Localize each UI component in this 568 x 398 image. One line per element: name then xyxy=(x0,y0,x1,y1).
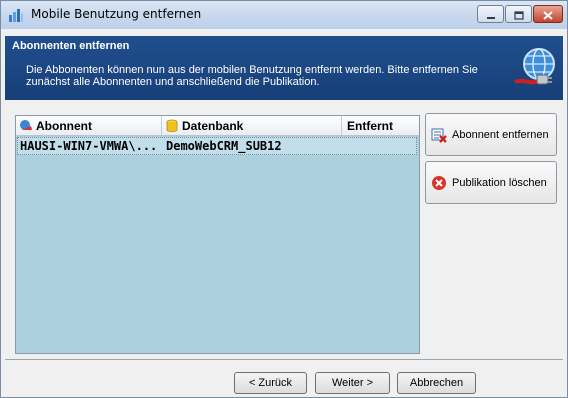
column-label-entfernt: Entfernt xyxy=(347,118,393,133)
remove-subscriber-icon xyxy=(431,127,447,143)
maximize-icon xyxy=(513,5,524,24)
cancel-button[interactable]: Abbrechen xyxy=(397,372,476,394)
wizard-window: Mobile Benutzung entfernen Abonnenten en… xyxy=(0,0,568,398)
minimize-button[interactable] xyxy=(477,5,504,23)
close-button[interactable] xyxy=(533,5,563,23)
next-button[interactable]: Weiter > xyxy=(315,372,390,394)
close-icon xyxy=(543,5,553,24)
footer-divider xyxy=(5,359,563,360)
header-title: Abonnenten entfernen xyxy=(12,40,130,52)
title-bar[interactable]: Mobile Benutzung entfernen xyxy=(1,1,567,29)
delete-publication-label: Publikation löschen xyxy=(452,176,547,189)
database-window-icon xyxy=(8,7,24,23)
remove-subscriber-button[interactable]: Abonnent entfernen xyxy=(425,113,557,156)
window-title: Mobile Benutzung entfernen xyxy=(31,7,202,21)
minimize-icon xyxy=(486,5,496,24)
delete-icon xyxy=(431,175,447,191)
cell-abonnent: HAUSI-WIN7-VMWA\... xyxy=(20,139,158,153)
database-icon xyxy=(165,119,179,133)
header-description: Die Abbonenten können nun aus der mobile… xyxy=(26,64,478,88)
column-label-abonnent: Abonnent xyxy=(36,118,92,133)
network-globe-icon xyxy=(511,44,559,92)
cell-entfernt xyxy=(346,138,416,154)
remove-subscriber-label: Abonnent entfernen xyxy=(452,128,549,141)
column-header-abonnent[interactable]: Abonnent xyxy=(16,116,162,135)
subscriber-grid[interactable]: Abonnent Datenbank Entfernt HAUSI-WIN7-V… xyxy=(15,115,420,354)
column-header-entfernt[interactable]: Entfernt xyxy=(342,116,419,135)
back-button[interactable]: < Zurück xyxy=(234,372,307,394)
grid-header: Abonnent Datenbank Entfernt xyxy=(16,116,419,136)
wizard-header: Abonnenten entfernen Die Abbonenten könn… xyxy=(5,36,563,100)
column-header-datenbank[interactable]: Datenbank xyxy=(162,116,342,135)
subscriber-icon xyxy=(19,119,33,133)
table-row[interactable]: HAUSI-WIN7-VMWA\... DemoWebCRM_SUB12 xyxy=(17,137,417,155)
cell-datenbank: DemoWebCRM_SUB12 xyxy=(166,139,282,153)
column-label-datenbank: Datenbank xyxy=(182,118,244,133)
delete-publication-button[interactable]: Publikation löschen xyxy=(425,161,557,204)
maximize-button[interactable] xyxy=(505,5,532,23)
